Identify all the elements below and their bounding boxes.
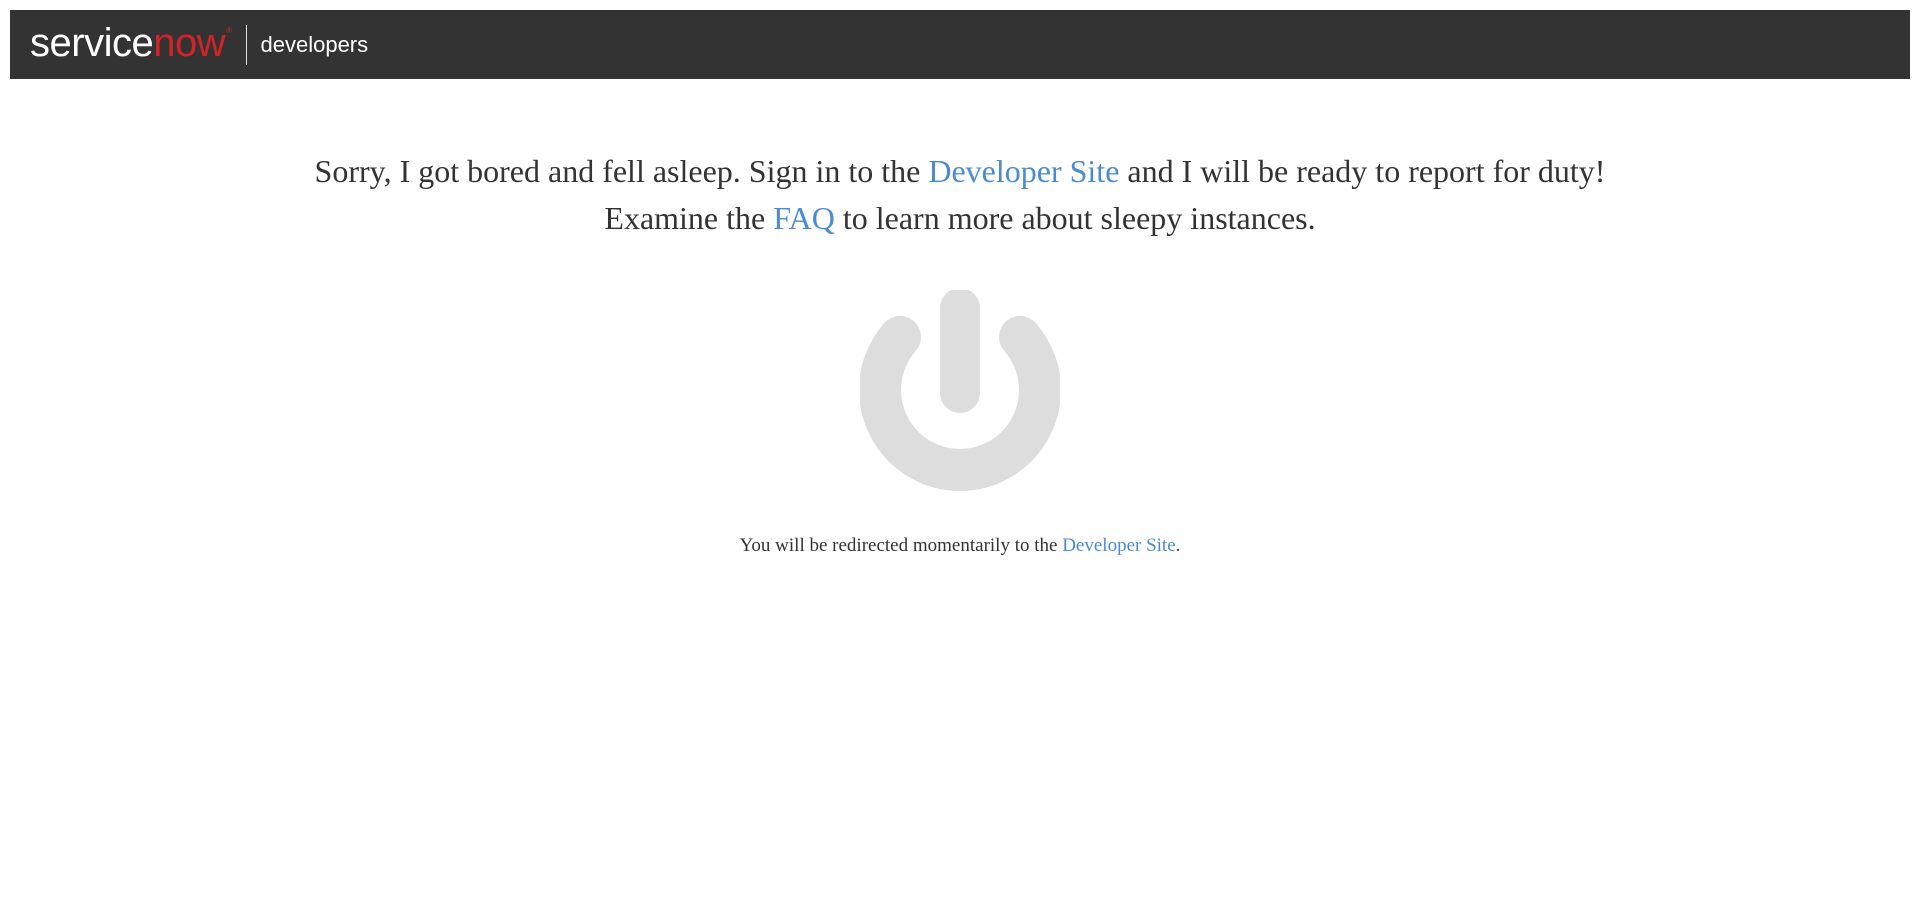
sleep-message-line-1-text: Sorry, I got bored and fell asleep. Sign…: [314, 153, 929, 189]
logo-now-text: now: [153, 20, 226, 65]
sleep-message: Sorry, I got bored and fell asleep. Sign…: [0, 148, 1920, 242]
faq-link[interactable]: FAQ: [773, 200, 835, 236]
servicenow-logo[interactable]: service now ®: [30, 23, 232, 63]
sleep-message-line-2-tail: to learn more about sleepy instances.: [834, 200, 1316, 236]
logo-registered-mark: ®: [226, 25, 232, 35]
sleep-message-line-2-text: Examine the: [604, 200, 774, 236]
header-developers-label: developers: [260, 31, 369, 57]
power-icon-graphic: [859, 288, 1061, 491]
sleep-message-line-1: Sorry, I got bored and fell asleep. Sign…: [0, 148, 1920, 195]
redirect-notice-period: .: [1175, 535, 1181, 556]
redirect-notice-text: You will be redirected momentarily to th…: [739, 535, 1063, 556]
power-icon: [859, 288, 1061, 492]
sleep-message-line-1-tail: and I will be ready to report for duty!: [1119, 153, 1606, 189]
top-header-bar: service now ® developers: [10, 10, 1910, 79]
developer-site-link[interactable]: Developer Site: [928, 153, 1119, 189]
redirect-notice: You will be redirected momentarily to th…: [0, 535, 1920, 557]
sleep-message-line-2: Examine the FAQ to learn more about slee…: [0, 195, 1920, 242]
logo-service-text: service: [30, 20, 154, 65]
redirect-developer-site-link[interactable]: Developer Site: [1062, 535, 1175, 556]
header-divider: [245, 24, 247, 65]
